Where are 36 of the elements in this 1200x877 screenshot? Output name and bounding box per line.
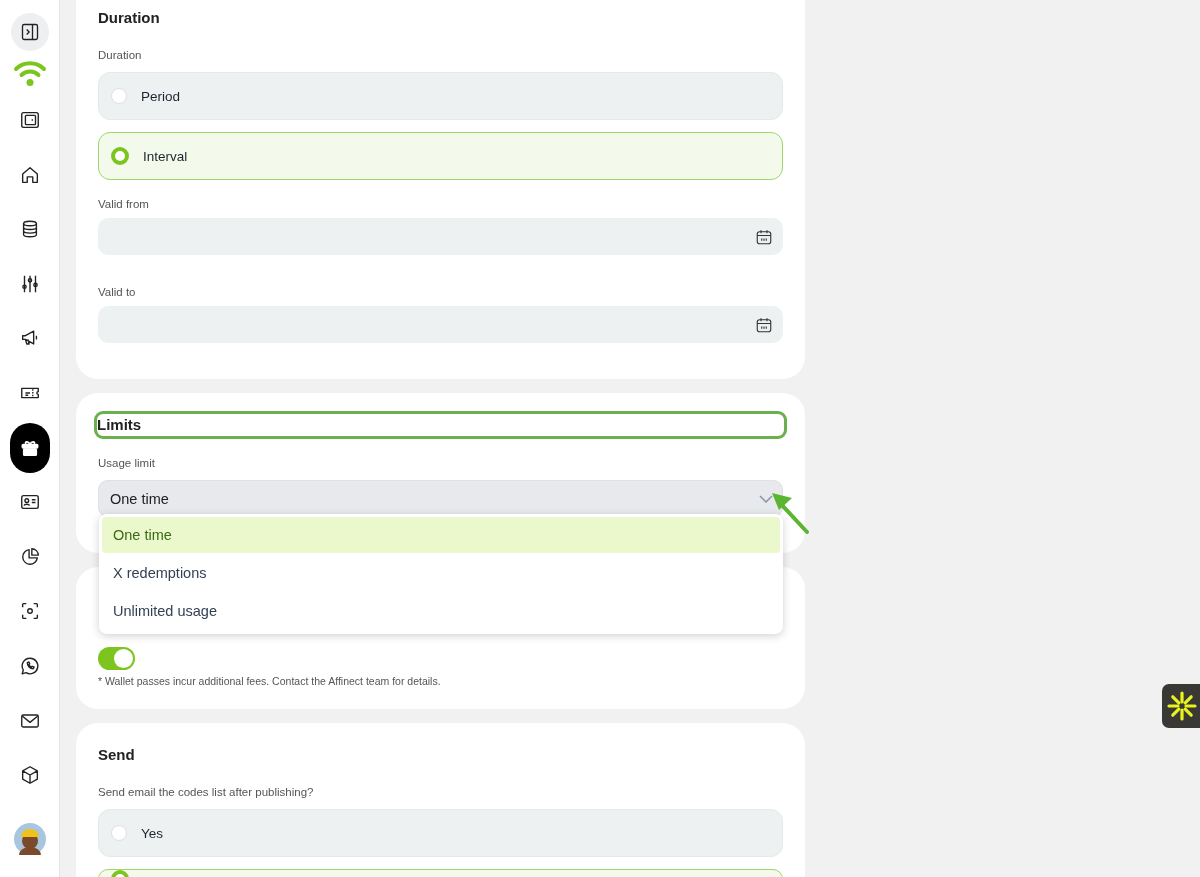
section-heading: Send xyxy=(98,745,135,765)
option-label: Yes xyxy=(141,825,164,841)
wifi-logo-icon xyxy=(12,60,47,88)
chevron-down-icon xyxy=(759,494,773,503)
menu-option[interactable]: X redemptions xyxy=(102,555,780,591)
help-widget-button[interactable] xyxy=(1162,684,1200,728)
field-label: Send email the codes list after publishing? xyxy=(98,785,314,799)
radio-button[interactable] xyxy=(111,88,127,104)
menu-option[interactable]: Unlimited usage xyxy=(102,593,780,629)
section-heading: Limits xyxy=(97,414,784,436)
pointer-arrow xyxy=(770,491,810,535)
field-label: Usage limit xyxy=(98,456,155,470)
radio-option[interactable]: Period xyxy=(98,72,783,120)
field-label: Valid to xyxy=(98,285,136,299)
note-text: * Wallet passes incur additional fees. Contact the Affinect team for details. xyxy=(98,675,442,687)
radio-button[interactable] xyxy=(111,147,129,165)
option-label: Period xyxy=(141,88,181,104)
radio-button[interactable] xyxy=(111,825,127,841)
date-field[interactable] xyxy=(98,218,783,255)
section-heading: Duration xyxy=(98,8,160,28)
calendar-icon[interactable] xyxy=(755,227,773,246)
field-label: Valid from xyxy=(98,197,149,211)
toggle-switch[interactable] xyxy=(98,647,135,670)
option-label: Interval xyxy=(143,148,188,164)
sidebar-toggle-button[interactable] xyxy=(10,13,49,51)
menu-option[interactable]: One time xyxy=(102,517,780,553)
nav-item[interactable] xyxy=(9,422,50,473)
asterisk-icon xyxy=(1167,691,1197,721)
radio-option[interactable]: Yes xyxy=(98,809,783,857)
avatar[interactable] xyxy=(13,823,46,856)
wallet-icon xyxy=(18,109,41,131)
radio-option[interactable]: Interval xyxy=(98,132,783,180)
field-label: Duration xyxy=(98,48,142,62)
date-field[interactable] xyxy=(98,306,783,343)
panel-toggle-icon xyxy=(19,22,40,42)
calendar-icon[interactable] xyxy=(755,315,773,334)
